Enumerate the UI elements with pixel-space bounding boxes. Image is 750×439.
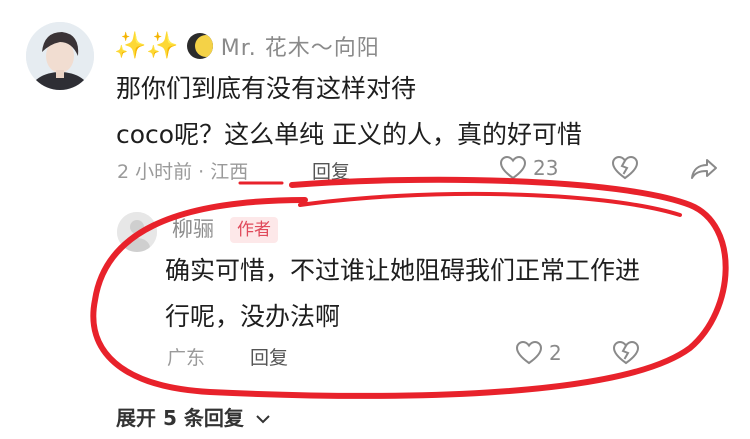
reply-reply-button[interactable]: 回复 [250,343,288,370]
reply-text: 确实可惜，不过谁让她阻碍我们正常工作进 行呢，没办法啊 [165,248,725,340]
avatar-image [26,22,94,90]
reply-text-line: 确实可惜，不过谁让她阻碍我们正常工作进 [165,256,641,285]
chevron-down-icon [256,415,270,424]
default-avatar-icon [117,212,157,252]
heart-icon [515,340,543,365]
comment-reply-button[interactable]: 回复 [312,157,350,184]
reply-dislike-button[interactable] [612,340,640,366]
heart-broken-icon [611,155,639,180]
sparkles-icon: ✨✨ [114,31,179,61]
comment-text-line: coco呢？这么单纯 正义的人，真的好可惜 [116,120,583,149]
comment-like-count: 23 [533,156,559,180]
reply-like-count: 2 [549,341,562,365]
reply-avatar[interactable] [117,212,157,252]
author-badge: 作者 [230,217,278,243]
comment-share-button[interactable] [689,157,719,181]
reply-like-button[interactable]: 2 [515,340,562,366]
moon-icon [186,33,213,59]
comment-dislike-button[interactable] [611,155,639,181]
comment-text: 那你们到底有没有这样对待 coco呢？这么单纯 正义的人，真的好可惜 [116,66,736,158]
comment-text-line: 那你们到底有没有这样对待 [116,74,417,103]
heart-broken-icon [612,340,640,365]
avatar[interactable] [26,22,94,90]
heart-icon [499,155,527,180]
comment-like-button[interactable]: 23 [499,155,558,181]
comment-author-name[interactable]: Mr. 花木～向阳 [221,30,380,62]
comment-time-location: 2 小时前 · 江西 [117,161,249,183]
comment-author-row: ✨✨ Mr. 花木～向阳 [114,28,380,64]
reply-text-line: 行呢，没办法啊 [165,302,341,331]
share-icon [691,159,717,179]
expand-replies-button[interactable]: 展开 5 条回复 [116,402,271,431]
reply-author-name[interactable]: 柳骊 [172,212,214,246]
reply-location: 广东 [167,347,206,369]
expand-replies-label: 展开 5 条回复 [116,406,244,430]
